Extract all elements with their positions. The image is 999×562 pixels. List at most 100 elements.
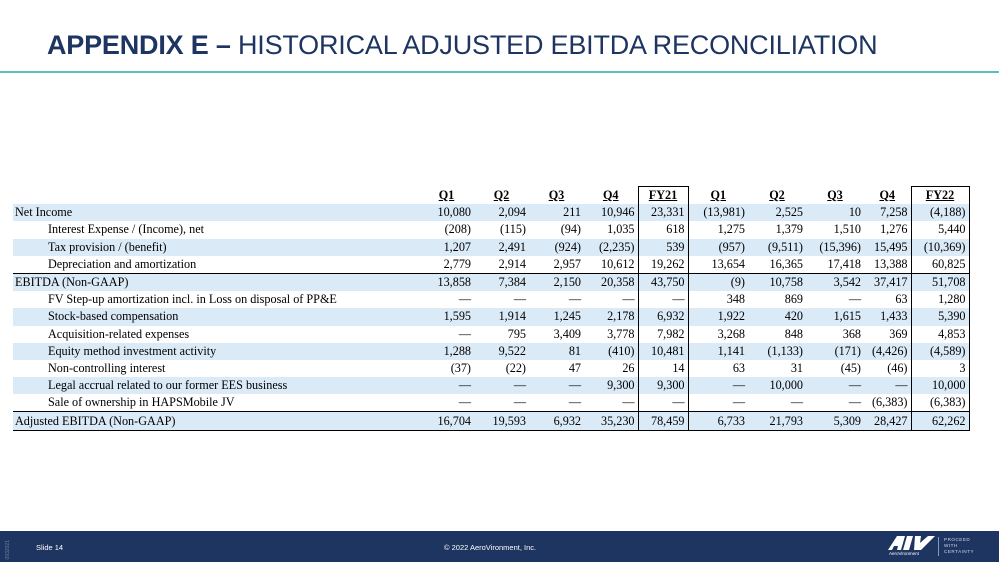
value-cell: 3,268: [717, 326, 745, 341]
row-label: Tax provision / (benefit): [13, 238, 419, 256]
header-label-cell: [13, 187, 419, 205]
value-cell: —: [513, 292, 526, 307]
value-cell: 10,758: [748, 272, 806, 292]
value-cell: 3,542: [806, 272, 864, 292]
value-cell: —: [568, 395, 581, 410]
value-cell: 26: [622, 360, 635, 375]
value-cell: 1,035: [607, 222, 635, 237]
value-cell: (45): [840, 360, 861, 375]
value-cell: 37,417: [864, 272, 911, 292]
table-row: Tax provision / (benefit) 1,207 2,491 (924)…: [13, 238, 970, 256]
row-label: Legal accrual related to our former EES …: [13, 377, 419, 395]
ebitda-reconciliation-table: Q1 Q2 Q3 Q4 FY21 Q1 Q2 Q3 Q4 FY22 Net In…: [13, 186, 970, 431]
value-cell: 60,825: [910, 255, 970, 274]
value-cell: 19,593: [474, 411, 529, 431]
slide-number: Slide 14: [36, 543, 64, 552]
value-cell: (10,369): [910, 238, 970, 256]
value-cell: 1,615: [806, 308, 864, 326]
value-cell: 5,390: [910, 308, 970, 326]
table-row: Sale of ownership in HAPSMobile JV — — — — — —…: [13, 394, 970, 412]
value-cell: 19,262: [637, 255, 689, 274]
value-cell: 23,331: [637, 204, 689, 222]
value-cell: 211: [529, 204, 584, 222]
header-fy21: FY21: [637, 186, 689, 205]
value-cell: 1,595: [419, 308, 474, 326]
value-cell: 3: [910, 359, 970, 378]
slide-title: APPENDIX E – HISTORICAL ADJUSTED EBITDA …: [47, 30, 878, 61]
value-cell: 1,280: [910, 291, 970, 309]
value-cell: 78,459: [637, 411, 689, 431]
value-cell: (957): [688, 238, 748, 256]
value-cell: 3,409: [553, 326, 581, 341]
row-label: Acquisition-related expenses: [48, 326, 190, 341]
table-row: Equity method investment activity 1,288 9,…: [13, 342, 970, 360]
value-cell: —: [458, 326, 471, 341]
value-cell: (4,188): [910, 204, 970, 222]
value-cell: (15,396): [806, 238, 864, 256]
value-cell: —: [458, 292, 471, 307]
value-cell: 10,000: [910, 377, 970, 395]
value-cell: 10,612: [600, 256, 635, 271]
tagline: PROCEED WITH CERTAINTY: [944, 537, 994, 556]
header-q2-fy21: Q2: [493, 187, 510, 202]
logo-wordmark: AeroVironment: [889, 551, 919, 556]
value-cell: 1,207: [419, 238, 474, 256]
table-body: Net Income 10,080 2,094 211 10,946 23,331 (13,…: [13, 204, 970, 431]
value-cell: 21,793: [748, 411, 806, 431]
value-cell: (9): [688, 272, 748, 292]
table-row: Adjusted EBITDA (Non-GAAP) 16,704 19,593 6,…: [13, 411, 970, 431]
header-q4-fy22: Q4: [879, 187, 896, 202]
value-cell: 6,932: [637, 308, 689, 326]
value-cell: 6,733: [688, 411, 748, 431]
value-cell: 1,275: [717, 222, 745, 237]
value-cell: (46): [887, 360, 908, 375]
value-cell: 13,388: [873, 256, 908, 271]
table-row: Legal accrual related to our former EES …: [13, 377, 970, 395]
value-cell: 2,957: [553, 256, 581, 271]
value-cell: 31: [790, 360, 803, 375]
value-cell: 6,932: [529, 411, 584, 431]
value-cell: 10,080: [419, 204, 474, 222]
header-q1-fy21: Q1: [438, 187, 455, 202]
value-cell: —: [622, 292, 635, 307]
table-row: Stock-based compensation 1,595 1,914 1,245 2…: [13, 308, 970, 326]
row-label: EBITDA (Non-GAAP): [13, 272, 419, 292]
header-q2-fy22: Q2: [769, 187, 785, 202]
value-cell: 420: [748, 308, 806, 326]
value-cell: 1,922: [688, 308, 748, 326]
header-q1-fy22: Q1: [710, 187, 727, 202]
title-text: HISTORICAL ADJUSTED EBITDA RECONCILIATIO…: [230, 30, 878, 60]
value-cell: 2,178: [584, 308, 638, 326]
table-row: Interest Expense / (Income), net (208) (11…: [13, 221, 970, 239]
row-label: Interest Expense / (Income), net: [48, 222, 205, 237]
value-cell: 369: [889, 326, 908, 341]
row-label: Non-controlling interest: [48, 360, 166, 375]
value-cell: 869: [784, 292, 803, 307]
value-cell: 20,358: [584, 272, 638, 292]
value-cell: 14: [637, 359, 689, 378]
header-q4-fy21: Q4: [602, 187, 619, 202]
table-header-row: Q1 Q2 Q3 Q4 FY21 Q1 Q2 Q3 Q4 FY22: [13, 186, 970, 205]
value-cell: 9,300: [584, 377, 638, 395]
value-cell: 2,779: [443, 256, 471, 271]
value-cell: 63: [732, 360, 745, 375]
table-row: FV Step-up amortization incl. in Loss on…: [13, 291, 970, 309]
value-cell: 368: [842, 326, 861, 341]
value-cell: 51,708: [910, 272, 970, 292]
header-q3-fy21: Q3: [548, 187, 565, 202]
value-cell: —: [529, 377, 584, 395]
value-cell: —: [790, 395, 803, 410]
value-cell: 16,704: [419, 411, 474, 431]
row-label: Equity method investment activity: [13, 342, 419, 360]
row-label: Sale of ownership in HAPSMobile JV: [48, 395, 235, 410]
header-fy22: FY22: [910, 186, 970, 205]
value-cell: 1,914: [474, 308, 529, 326]
value-cell: (37): [450, 360, 471, 375]
value-cell: (22): [505, 360, 526, 375]
value-cell: —: [637, 394, 689, 412]
value-cell: (9,511): [748, 238, 806, 256]
value-cell: 10,481: [637, 342, 689, 360]
footer-divider: [938, 537, 939, 556]
value-cell: (6,383): [910, 394, 970, 412]
value-cell: 539: [637, 238, 689, 256]
